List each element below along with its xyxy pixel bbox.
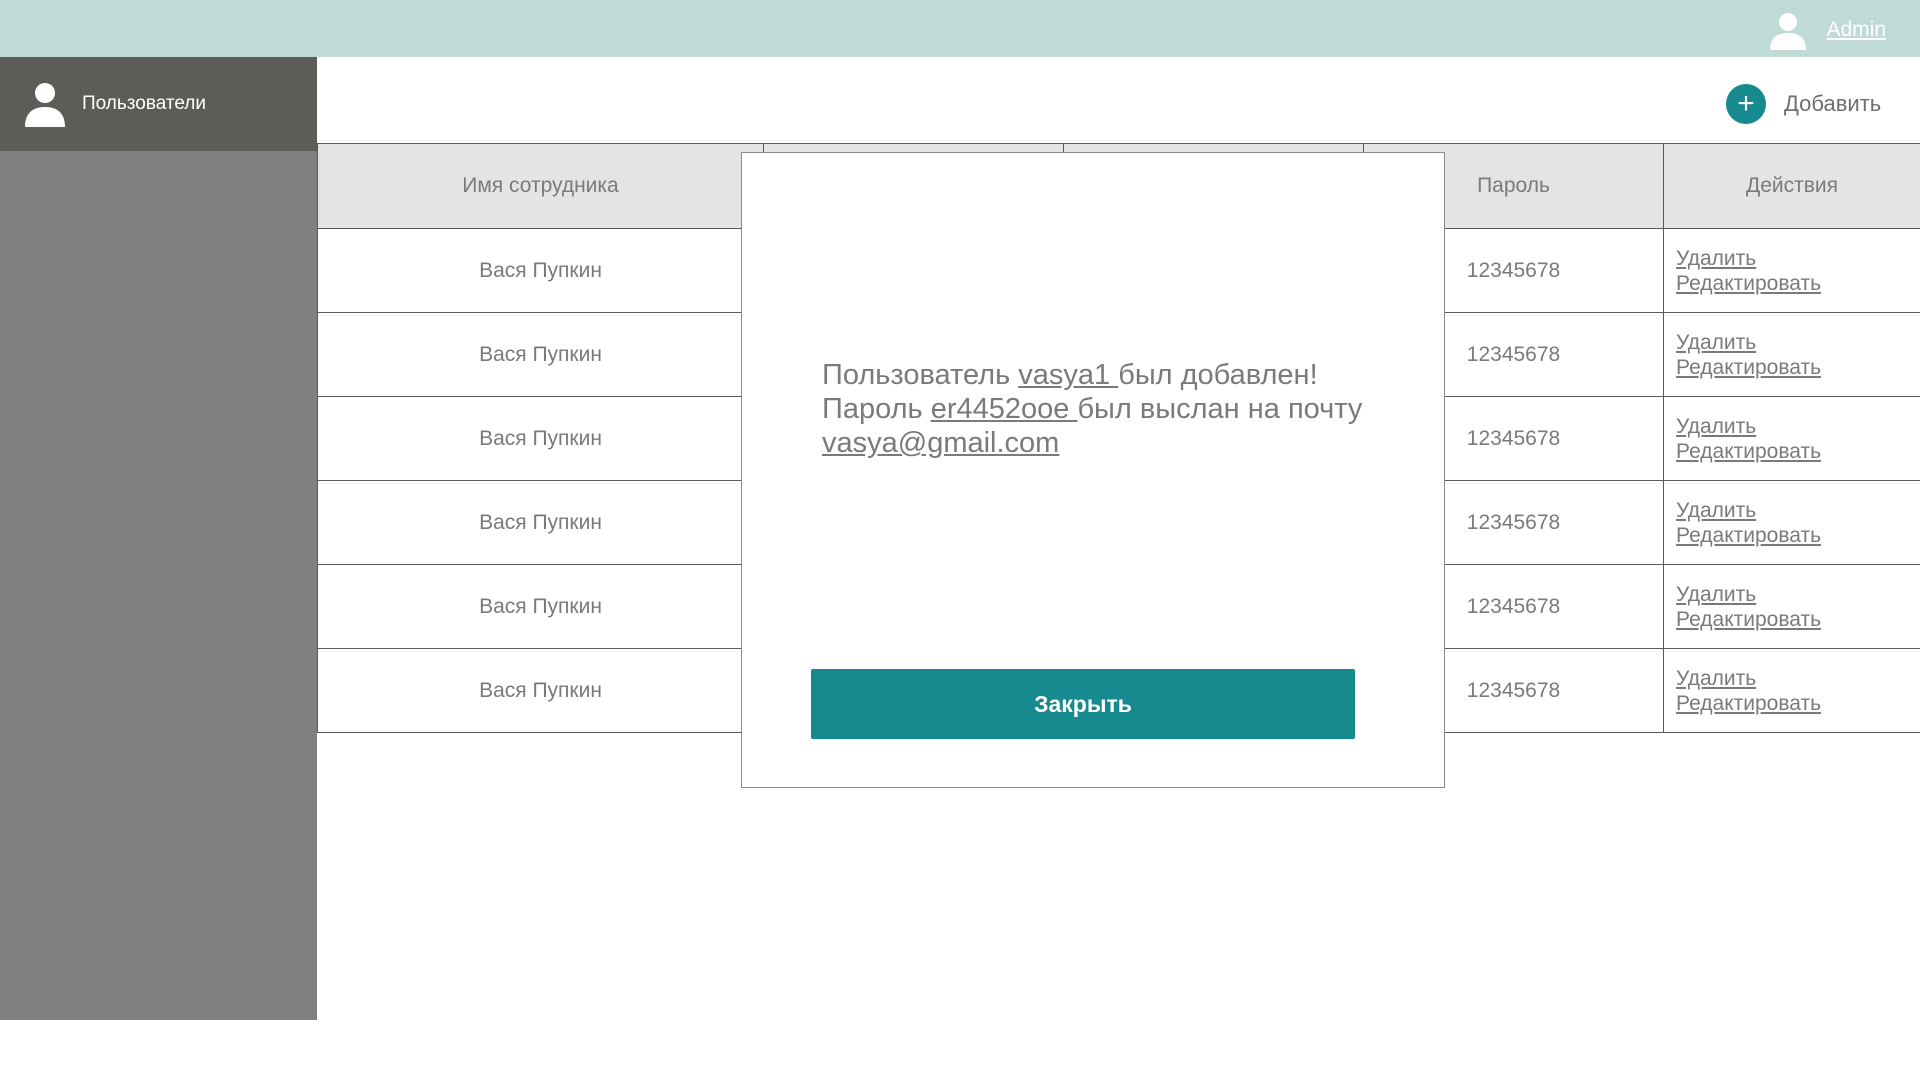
- actions-cell: Удалить Редактировать: [1663, 648, 1920, 733]
- edit-link[interactable]: Редактировать: [1676, 523, 1919, 548]
- add-button[interactable]: + Добавить: [1726, 84, 1881, 124]
- actions-cell: Удалить Редактировать: [1663, 564, 1920, 649]
- employee-name-cell: Вася Пупкин: [317, 480, 764, 565]
- message-text: был выслан на почту: [1077, 393, 1363, 425]
- confirmation-dialog: Пользователь vasya1 был добавлен! Пароль…: [741, 152, 1445, 788]
- top-bar: Admin: [0, 0, 1920, 57]
- delete-link[interactable]: Удалить: [1676, 246, 1919, 271]
- actions-cell: Удалить Редактировать: [1663, 312, 1920, 397]
- delete-link[interactable]: Удалить: [1676, 330, 1919, 355]
- dialog-message: Пользователь vasya1 был добавлен! Пароль…: [822, 358, 1382, 460]
- message-text: Пользователь: [822, 359, 1019, 391]
- sidebar-item-users[interactable]: Пользователи: [0, 57, 317, 151]
- close-button[interactable]: Закрыть: [811, 669, 1355, 739]
- admin-link[interactable]: Admin: [1826, 18, 1886, 42]
- employee-name-cell: Вася Пупкин: [317, 228, 764, 313]
- delete-link[interactable]: Удалить: [1676, 666, 1919, 691]
- employee-name-cell: Вася Пупкин: [317, 648, 764, 733]
- column-header-name: Имя сотрудника: [317, 143, 764, 229]
- edit-link[interactable]: Редактировать: [1676, 607, 1919, 632]
- password-value: er4452ooe: [930, 393, 1078, 425]
- actions-cell: Удалить Редактировать: [1663, 480, 1920, 565]
- actions-cell: Удалить Редактировать: [1663, 228, 1920, 313]
- user-icon: [25, 83, 65, 127]
- employee-name-cell: Вася Пупкин: [317, 396, 764, 481]
- add-button-label: Добавить: [1784, 91, 1882, 116]
- employee-name-cell: Вася Пупкин: [317, 564, 764, 649]
- delete-link[interactable]: Удалить: [1676, 498, 1919, 523]
- edit-link[interactable]: Редактировать: [1676, 355, 1919, 380]
- username-value: vasya1: [1018, 359, 1119, 391]
- edit-link[interactable]: Редактировать: [1676, 691, 1919, 716]
- sidebar: Пользователи: [0, 57, 317, 1020]
- actions-cell: Удалить Редактировать: [1663, 396, 1920, 481]
- edit-link[interactable]: Редактировать: [1676, 271, 1919, 296]
- plus-icon: +: [1726, 84, 1766, 124]
- email-value: vasya@gmail.com: [822, 427, 1060, 459]
- delete-link[interactable]: Удалить: [1676, 582, 1919, 607]
- sidebar-item-label: Пользователи: [82, 93, 207, 114]
- delete-link[interactable]: Удалить: [1676, 414, 1919, 439]
- employee-name-cell: Вася Пупкин: [317, 312, 764, 397]
- column-header-actions: Действия: [1663, 143, 1920, 229]
- edit-link[interactable]: Редактировать: [1676, 439, 1919, 464]
- user-menu[interactable]: Admin: [1768, 10, 1886, 50]
- user-icon: [1770, 13, 1807, 50]
